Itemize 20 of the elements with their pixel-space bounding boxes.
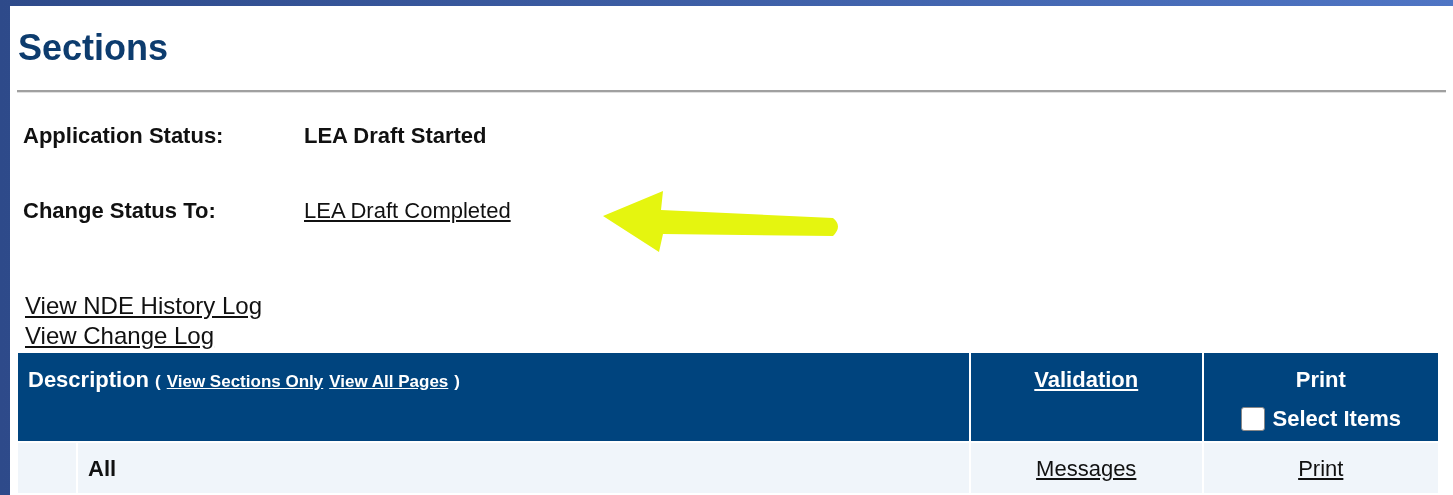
status-label: Change Status To: <box>23 197 217 225</box>
checkbox-label: Select Items <box>1272 405 1401 433</box>
log-link[interactable]: View NDE History Log <box>25 291 262 321</box>
column-title: Description <box>28 366 150 394</box>
status-link[interactable]: LEA Draft Completed <box>304 194 511 227</box>
log-link[interactable]: View Change Log <box>25 321 215 351</box>
print-link[interactable]: Print <box>1298 451 1344 485</box>
header-link[interactable]: View Sections Only <box>166 369 324 395</box>
table-cell: All <box>78 443 969 493</box>
page-title: Sections <box>17 26 170 68</box>
column-link[interactable]: Validation <box>1034 363 1139 396</box>
status-value: LEA Draft Started <box>304 122 487 150</box>
parenthesis: ( <box>155 371 161 393</box>
messages-link[interactable]: Messages <box>1036 451 1137 485</box>
header-link[interactable]: View All Pages <box>329 369 449 395</box>
column-title: Print <box>1295 366 1346 394</box>
parenthesis: ) <box>454 371 460 393</box>
checkbox[interactable] <box>1240 406 1265 431</box>
status-label: Application Status: <box>23 122 225 150</box>
arrow-icon <box>603 191 838 252</box>
